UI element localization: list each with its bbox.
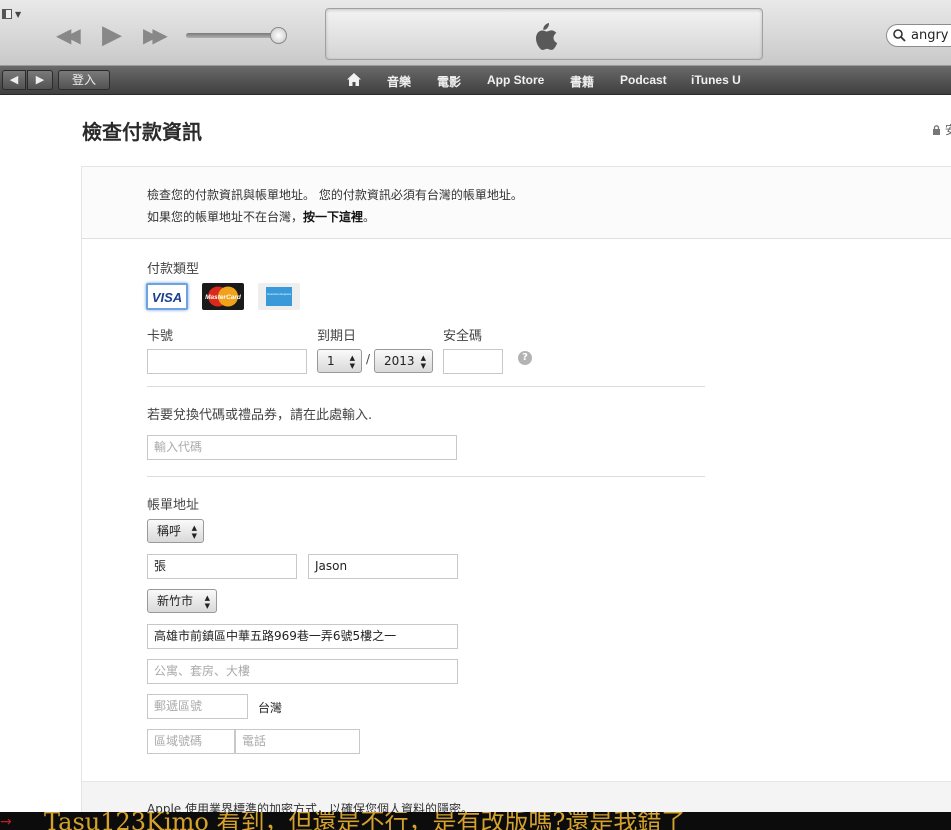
expiry-year-value: 2013 (384, 354, 415, 368)
nav-item-music[interactable]: 音樂 (387, 73, 411, 90)
home-icon[interactable] (346, 72, 362, 87)
payment-type-label: 付款類型 (147, 262, 200, 277)
nav-item-app-store[interactable]: App Store (487, 73, 544, 87)
mastercard-icon: MasterCard (205, 286, 242, 307)
country-label: 台灣 (258, 701, 283, 715)
visa-card-option[interactable]: VISA (146, 283, 188, 310)
city-value: 新竹市 (157, 594, 194, 608)
expiry-year-select[interactable]: 2013 ▲ ▼ (374, 349, 433, 373)
secure-label: 安 (944, 123, 951, 137)
first-name-field[interactable]: Jason (308, 554, 458, 579)
cvv-label: 安全碼 (443, 329, 483, 344)
help-icon[interactable]: ? (518, 351, 532, 365)
street-address-field[interactable]: 高雄市前鎮區中華五路969巷一弄6號5樓之一 (147, 624, 458, 649)
forward-button[interactable]: ▶ (27, 70, 53, 90)
arrow-icon: → (0, 814, 12, 830)
lock-icon (933, 125, 940, 135)
nav-item-movies[interactable]: 電影 (437, 73, 461, 90)
divider (147, 476, 705, 477)
click-here-link[interactable]: 按一下這裡 (303, 210, 363, 224)
divider (147, 386, 705, 387)
last-name-field[interactable]: 張 (147, 554, 297, 579)
chevron-down-icon[interactable]: ▼ (15, 10, 21, 19)
store-nav-bar: ◀ ▶ 登入 音樂 電影 App Store 書籍 Podcast iTunes… (0, 66, 951, 95)
salutation-select[interactable]: 稱呼 ▲ ▼ (147, 519, 204, 543)
promo-code-field[interactable]: 輸入代碼 (147, 435, 457, 460)
page-title: 檢查付款資訊 (82, 120, 202, 144)
expiry-month-value: 1 (327, 354, 335, 368)
nav-item-itunes-u[interactable]: iTunes U (691, 73, 741, 87)
nav-item-books[interactable]: 書籍 (570, 73, 594, 90)
search-input[interactable]: angry b (886, 24, 951, 47)
volume-knob[interactable] (270, 27, 287, 44)
street-address-2-field[interactable]: 公寓、套房、大樓 (147, 659, 458, 684)
select-arrows-icon: ▲ ▼ (204, 594, 210, 610)
mastercard-option[interactable]: MasterCard (202, 283, 244, 310)
amex-card-text: American Express (267, 292, 292, 296)
cvv-field[interactable] (443, 349, 503, 374)
visa-icon: VISA (152, 290, 182, 305)
promo-label: 若要兌換代碼或禮品券，請在此處輸入. (147, 408, 373, 423)
secure-indicator: 安 (932, 121, 951, 138)
overlay-caption: → Tasu123Kimo 看到，但還是不行，是有改版嗎?還是我錯了 (0, 812, 951, 830)
card-number-field[interactable] (147, 349, 307, 374)
phone-field[interactable]: 電話 (235, 729, 360, 754)
card-number-label: 卡號 (147, 329, 174, 344)
search-icon (893, 29, 906, 42)
intro-section: 檢查您的付款資訊與帳單地址。 您的付款資訊必須有台灣的帳單地址。 如果您的帳單地… (82, 167, 951, 239)
play-button[interactable]: ▶ (102, 22, 122, 48)
apple-logo-icon (536, 23, 558, 51)
area-code-field[interactable]: 區域號碼 (147, 729, 235, 754)
expiry-month-select[interactable]: 1 ▲ ▼ (317, 349, 362, 373)
search-value: angry b (911, 28, 951, 43)
nav-item-podcast[interactable]: Podcast (620, 73, 667, 87)
intro-line-2-prefix: 如果您的帳單地址不在台灣， (147, 210, 304, 224)
player-bar: ▼ ◀◀ ▶ ▶▶ angry b (0, 0, 951, 66)
login-button[interactable]: 登入 (58, 70, 110, 90)
intro-line-2: 如果您的帳單地址不在台灣，按一下這裡。 (147, 208, 375, 225)
select-arrows-icon: ▲ ▼ (349, 354, 355, 370)
city-select[interactable]: 新竹市 ▲ ▼ (147, 589, 217, 613)
payment-panel: 檢查您的付款資訊與帳單地址。 您的付款資訊必須有台灣的帳單地址。 如果您的帳單地… (81, 166, 951, 830)
expiry-separator: / (366, 352, 371, 366)
amex-card-option[interactable]: American Express (258, 283, 300, 310)
billing-address-label: 帳單地址 (147, 498, 200, 513)
overlay-caption-text: Tasu123Kimo 看到，但還是不行，是有改版嗎?還是我錯了 (44, 812, 686, 830)
select-arrows-icon: ▲ ▼ (191, 524, 197, 540)
status-display (325, 8, 763, 60)
salutation-value: 稱呼 (157, 524, 182, 538)
postal-code-field[interactable]: 郵遞區號 (147, 694, 248, 719)
visa-card-text: VISA (152, 290, 182, 305)
amex-icon: American Express (266, 287, 292, 306)
previous-track-button[interactable]: ◀◀ (56, 25, 81, 45)
intro-line-2-suffix: 。 (363, 210, 376, 224)
mastercard-card-text: MasterCard (205, 294, 242, 301)
intro-line-1: 檢查您的付款資訊與帳單地址。 您的付款資訊必須有台灣的帳單地址。 (147, 188, 523, 202)
expiry-label: 到期日 (317, 329, 357, 344)
select-arrows-icon: ▲ ▼ (420, 354, 426, 370)
next-track-button[interactable]: ▶▶ (143, 25, 168, 45)
back-button[interactable]: ◀ (2, 70, 26, 90)
mini-player-icon[interactable] (2, 9, 12, 19)
